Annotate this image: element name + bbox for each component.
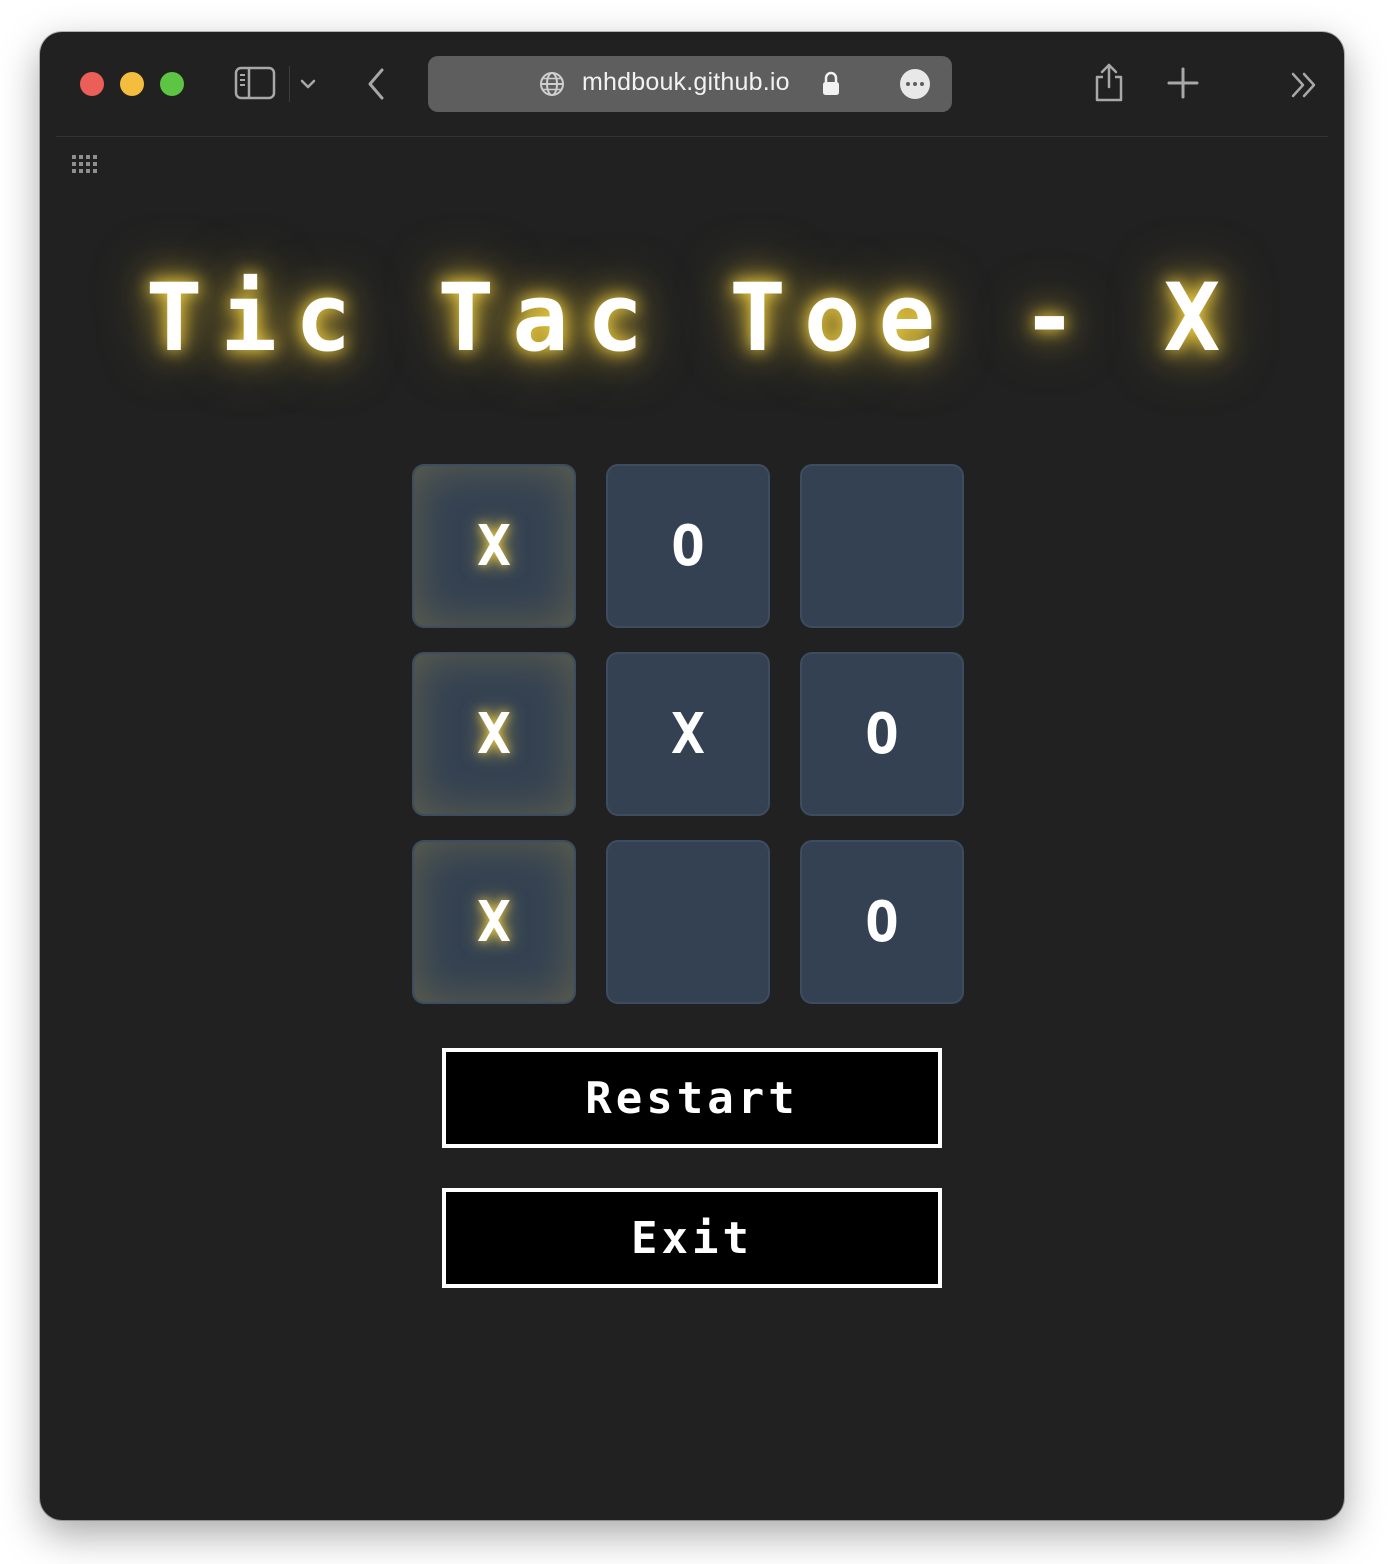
board-cell-0-1[interactable]: O bbox=[606, 464, 770, 628]
title-word: Tic bbox=[145, 264, 370, 373]
zoom-window-button[interactable] bbox=[160, 72, 184, 96]
page-menu-button[interactable] bbox=[900, 69, 930, 99]
title-word: - bbox=[1021, 264, 1096, 373]
toolbar-divider bbox=[289, 66, 290, 102]
browser-window: mhdbouk.github.io Tic Tac Toe - X X O X … bbox=[40, 32, 1344, 1520]
globe-icon bbox=[540, 72, 564, 96]
board-cell-0-2[interactable] bbox=[800, 464, 964, 628]
game-title: Tic Tac Toe - X bbox=[40, 264, 1344, 373]
minimize-window-button[interactable] bbox=[120, 72, 144, 96]
sidebar-toggle-icon[interactable] bbox=[234, 66, 276, 100]
title-word: Tac bbox=[437, 264, 662, 373]
title-word: Toe bbox=[729, 264, 954, 373]
double-chevron-right-icon[interactable] bbox=[1288, 70, 1320, 100]
title-word: X bbox=[1163, 264, 1239, 373]
board-cell-1-1[interactable]: X bbox=[606, 652, 770, 816]
cell-mark: X bbox=[477, 701, 511, 767]
board-cell-2-0[interactable]: X bbox=[412, 840, 576, 1004]
board-cell-2-1[interactable] bbox=[606, 840, 770, 1004]
chevron-left-icon[interactable] bbox=[362, 66, 390, 102]
plus-icon[interactable] bbox=[1166, 66, 1200, 100]
cell-mark: X bbox=[477, 889, 511, 955]
lock-icon bbox=[823, 71, 839, 95]
board-cell-1-0[interactable]: X bbox=[412, 652, 576, 816]
cell-mark: X bbox=[477, 513, 511, 579]
grid-icon[interactable] bbox=[72, 155, 98, 173]
game-board: X O X X O X O bbox=[412, 464, 968, 1008]
close-window-button[interactable] bbox=[80, 72, 104, 96]
cell-mark: X bbox=[671, 701, 705, 767]
board-cell-2-2[interactable]: O bbox=[800, 840, 964, 1004]
exit-button[interactable]: Exit bbox=[442, 1188, 942, 1288]
board-cell-1-2[interactable]: O bbox=[800, 652, 964, 816]
cell-mark: O bbox=[671, 513, 705, 579]
restart-button[interactable]: Restart bbox=[442, 1048, 942, 1148]
url-text: mhdbouk.github.io bbox=[582, 68, 790, 96]
cell-mark: O bbox=[865, 701, 899, 767]
share-icon[interactable] bbox=[1092, 60, 1126, 104]
address-bar[interactable]: mhdbouk.github.io bbox=[428, 56, 952, 112]
browser-toolbar: mhdbouk.github.io bbox=[40, 32, 1344, 136]
board-cell-0-0[interactable]: X bbox=[412, 464, 576, 628]
cell-mark: O bbox=[865, 889, 899, 955]
toolbar-bottom-border bbox=[56, 136, 1328, 137]
chevron-down-icon[interactable] bbox=[298, 74, 318, 94]
